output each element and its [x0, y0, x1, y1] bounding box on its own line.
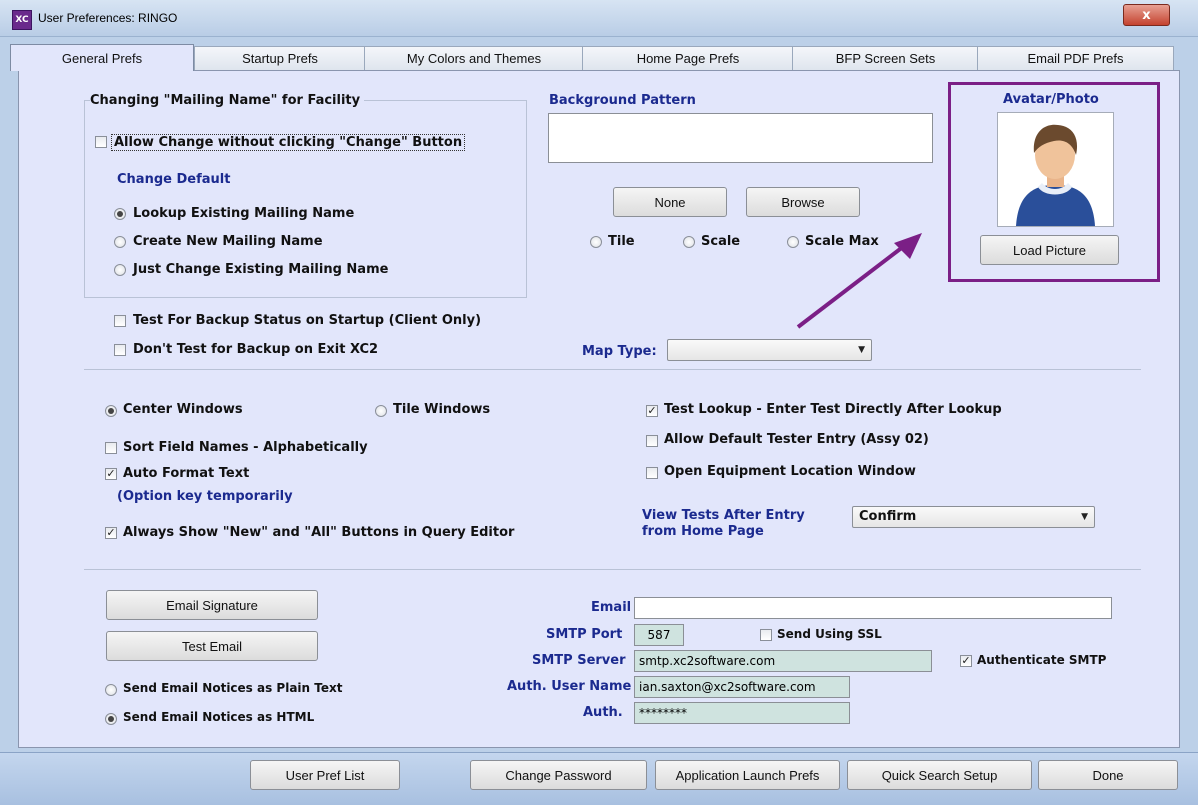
- html-label[interactable]: Send Email Notices as HTML: [123, 710, 314, 724]
- allow-change-checkbox[interactable]: [95, 136, 107, 148]
- email-signature-button[interactable]: Email Signature: [106, 590, 318, 620]
- authenticate-smtp-label[interactable]: Authenticate SMTP: [977, 653, 1106, 667]
- create-new-label[interactable]: Create New Mailing Name: [133, 234, 323, 249]
- just-change-label[interactable]: Just Change Existing Mailing Name: [133, 262, 388, 277]
- smtp-port-input[interactable]: 587: [634, 624, 684, 646]
- tab-email-pdf-prefs[interactable]: Email PDF Prefs: [977, 46, 1174, 70]
- email-label: Email: [591, 600, 632, 615]
- email-input[interactable]: [634, 597, 1112, 619]
- allow-default-tester-label[interactable]: Allow Default Tester Entry (Assy 02): [664, 432, 929, 447]
- html-radio[interactable]: [105, 713, 117, 725]
- browse-button[interactable]: Browse: [746, 187, 860, 217]
- auto-format-checkbox[interactable]: ✓: [105, 468, 117, 480]
- send-using-ssl-label[interactable]: Send Using SSL: [777, 627, 882, 641]
- tab-my-colors-and-themes[interactable]: My Colors and Themes: [364, 46, 584, 70]
- tile-windows-label[interactable]: Tile Windows: [393, 402, 490, 417]
- scale-radio[interactable]: [683, 236, 695, 248]
- background-pattern-field[interactable]: [548, 113, 933, 163]
- send-using-ssl-checkbox[interactable]: [760, 629, 772, 641]
- dont-test-backup-label[interactable]: Don't Test for Backup on Exit XC2: [133, 342, 378, 357]
- quick-search-setup-button[interactable]: Quick Search Setup: [847, 760, 1032, 790]
- app-icon: XC: [12, 10, 32, 30]
- done-button[interactable]: Done: [1038, 760, 1178, 790]
- always-show-label[interactable]: Always Show "New" and "All" Buttons in Q…: [123, 525, 514, 540]
- smtp-server-label: SMTP Server: [532, 653, 626, 668]
- scale-label[interactable]: Scale: [701, 234, 740, 249]
- dont-test-backup-checkbox[interactable]: [114, 344, 126, 356]
- window-title: User Preferences: RINGO: [38, 11, 178, 25]
- test-backup-startup-label[interactable]: Test For Backup Status on Startup (Clien…: [133, 313, 481, 328]
- open-equipment-label[interactable]: Open Equipment Location Window: [664, 464, 916, 479]
- auth-password-label: Auth.: [583, 705, 623, 720]
- sort-field-names-checkbox[interactable]: [105, 442, 117, 454]
- user-avatar-icon: [1016, 124, 1095, 226]
- arrow-annotation-icon: [796, 233, 922, 329]
- tab-home-page-prefs[interactable]: Home Page Prefs: [582, 46, 794, 70]
- center-windows-label[interactable]: Center Windows: [123, 402, 243, 417]
- tile-windows-radio[interactable]: [375, 405, 387, 417]
- option-key-note: (Option key temporarily: [117, 489, 293, 504]
- sort-field-names-label[interactable]: Sort Field Names - Alphabetically: [123, 440, 368, 455]
- allow-default-tester-checkbox[interactable]: [646, 435, 658, 447]
- change-default-label: Change Default: [117, 172, 231, 187]
- auth-user-name-label: Auth. User Name: [507, 679, 632, 694]
- view-tests-label-line2: from Home Page: [642, 524, 764, 539]
- view-tests-select[interactable]: Confirm ▼: [852, 506, 1095, 528]
- test-backup-startup-checkbox[interactable]: [114, 315, 126, 327]
- tile-label[interactable]: Tile: [608, 234, 635, 249]
- load-picture-button[interactable]: Load Picture: [980, 235, 1119, 265]
- tab-bfp-screen-sets[interactable]: BFP Screen Sets: [792, 46, 979, 70]
- map-type-select[interactable]: ▼: [667, 339, 872, 361]
- test-lookup-checkbox[interactable]: ✓: [646, 405, 658, 417]
- background-pattern-title: Background Pattern: [549, 93, 696, 108]
- always-show-checkbox[interactable]: ✓: [105, 527, 117, 539]
- close-button[interactable]: x: [1123, 4, 1170, 26]
- test-lookup-label[interactable]: Test Lookup - Enter Test Directly After …: [664, 402, 1002, 417]
- plain-text-radio[interactable]: [105, 684, 117, 696]
- auto-format-label[interactable]: Auto Format Text: [123, 466, 249, 481]
- map-type-label: Map Type:: [582, 344, 657, 359]
- avatar-title: Avatar/Photo: [1003, 92, 1099, 107]
- lookup-existing-radio[interactable]: [114, 208, 126, 220]
- separator: [84, 569, 1141, 570]
- application-launch-prefs-button[interactable]: Application Launch Prefs: [655, 760, 840, 790]
- allow-change-label[interactable]: Allow Change without clicking "Change" B…: [111, 134, 466, 151]
- open-equipment-checkbox[interactable]: [646, 467, 658, 479]
- title-bar: [0, 0, 1198, 37]
- tab-general-prefs[interactable]: General Prefs: [10, 44, 194, 71]
- lookup-existing-label[interactable]: Lookup Existing Mailing Name: [133, 206, 354, 221]
- none-button[interactable]: None: [613, 187, 727, 217]
- separator: [84, 369, 1141, 370]
- auth-user-name-input[interactable]: ian.saxton@xc2software.com: [634, 676, 850, 698]
- center-windows-radio[interactable]: [105, 405, 117, 417]
- tab-startup-prefs[interactable]: Startup Prefs: [194, 46, 366, 70]
- smtp-port-label: SMTP Port: [546, 627, 623, 642]
- tab-bar: General Prefs Startup Prefs My Colors an…: [10, 44, 1180, 71]
- avatar-photo: [997, 112, 1114, 227]
- test-email-button[interactable]: Test Email: [106, 631, 318, 661]
- smtp-server-input[interactable]: smtp.xc2software.com: [634, 650, 932, 672]
- change-password-button[interactable]: Change Password: [470, 760, 647, 790]
- plain-text-label[interactable]: Send Email Notices as Plain Text: [123, 681, 342, 695]
- user-pref-list-button[interactable]: User Pref List: [250, 760, 400, 790]
- view-tests-label-line1: View Tests After Entry: [642, 508, 805, 523]
- create-new-radio[interactable]: [114, 236, 126, 248]
- mailing-name-title: Changing "Mailing Name" for Facility: [90, 93, 365, 108]
- just-change-radio[interactable]: [114, 264, 126, 276]
- authenticate-smtp-checkbox[interactable]: ✓: [960, 655, 972, 667]
- auth-password-input[interactable]: ********: [634, 702, 850, 724]
- tile-radio[interactable]: [590, 236, 602, 248]
